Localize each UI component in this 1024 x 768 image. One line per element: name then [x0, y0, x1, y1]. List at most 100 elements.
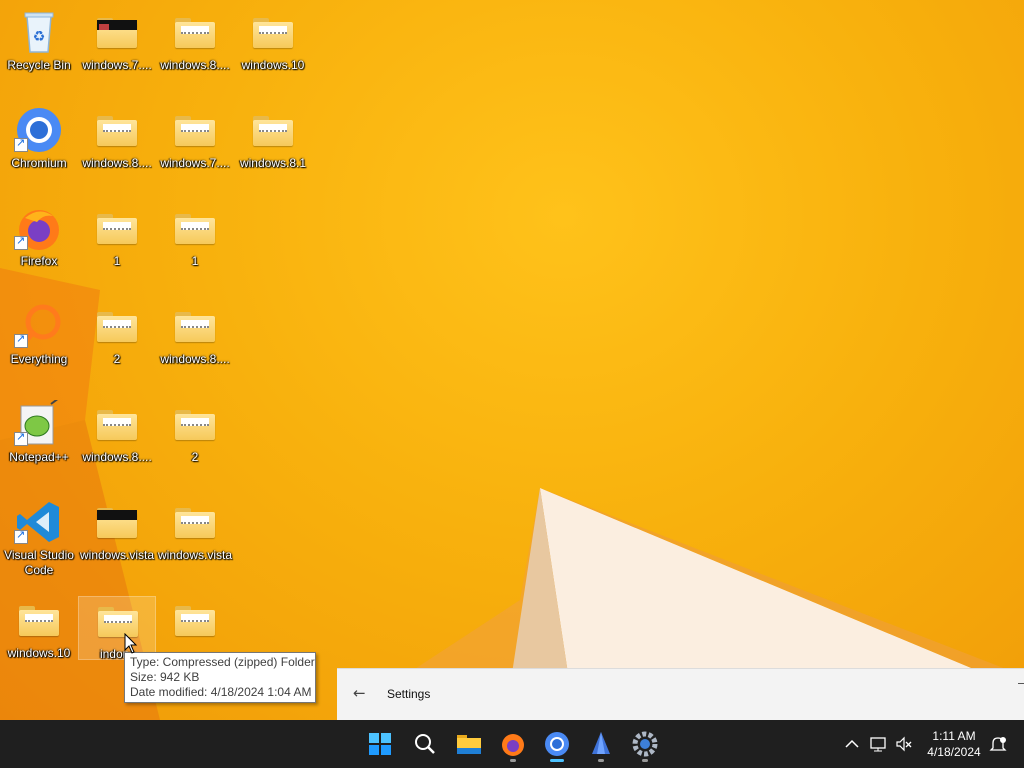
zip-folder-icon [93, 498, 141, 546]
desktop-icon-notepadpp[interactable]: Notepad++ [0, 392, 78, 482]
clock-date: 4/18/2024 [927, 745, 981, 759]
settings-gear-icon [632, 731, 658, 757]
zip-folder-icon [93, 302, 141, 350]
settings-title: Settings [387, 687, 431, 701]
file-explorer-icon [457, 735, 481, 754]
shortcut-arrow-icon [14, 430, 28, 446]
zip-folder-icon [171, 498, 219, 546]
desktop-icon-zip[interactable]: windows.8.... [156, 294, 234, 384]
desktop-icon-zip[interactable]: 1 [156, 196, 234, 286]
desktop-icon-label: windows.vista [157, 548, 233, 562]
desktop-icon-label: windows.8.... [82, 450, 152, 464]
desktop-icon-label: windows.8.... [82, 156, 152, 170]
desktop-icon-label: windows.vista [79, 548, 155, 562]
speaker-muted-icon[interactable] [894, 734, 914, 754]
recycle-bin-icon: ♻ [15, 8, 63, 56]
desktop-icon-label: 2 [113, 352, 121, 366]
desktop-icon-zip[interactable]: windows.8.... [156, 0, 234, 90]
shortcut-arrow-icon [14, 332, 28, 348]
desktop-icon-everything[interactable]: Everything [0, 294, 78, 384]
desktop-icon-vscode[interactable]: Visual Studio Code [0, 490, 78, 580]
desktop-icon-label: windows.7.... [160, 156, 230, 170]
zip-folder-icon [93, 106, 141, 154]
start-button[interactable] [360, 724, 400, 764]
desktop-icon-label: windows.10 [241, 58, 305, 72]
desktop-icon-zip[interactable]: 2 [156, 392, 234, 482]
clock[interactable]: 1:11 AM 4/18/2024 [922, 728, 986, 760]
zip-folder-icon [171, 400, 219, 448]
svg-text:♻: ♻ [33, 29, 46, 45]
arrow-left-icon[interactable]: ← [353, 685, 369, 701]
start-icon [369, 733, 391, 755]
settings-taskbar-button[interactable] [625, 724, 665, 764]
file-tooltip: Type: Compressed (zipped) Folder Size: 9… [124, 652, 316, 703]
file-explorer-button[interactable] [449, 724, 489, 764]
search-button[interactable] [405, 724, 445, 764]
chromium-icon [545, 732, 569, 756]
desktop-icon-label: Chromium [11, 156, 67, 170]
desktop-icon-label: windows.8.... [160, 58, 230, 72]
notification-icon[interactable] [988, 734, 1008, 754]
zip-folder-icon [93, 204, 141, 252]
shortcut-arrow-icon [14, 234, 28, 250]
app-taskbar-button[interactable] [581, 724, 621, 764]
chevron-up-icon[interactable] [842, 734, 862, 754]
desktop-icon-label: windows.8.... [160, 352, 230, 366]
settings-window[interactable]: ← Settings [337, 668, 1024, 721]
running-indicator [510, 759, 516, 762]
zip-folder-icon [171, 302, 219, 350]
desktop-icon-zip[interactable]: windows.7.... [78, 0, 156, 90]
zip-folder-icon [249, 106, 297, 154]
desktop-icon-label: Notepad++ [9, 450, 69, 464]
desktop-icon-label: 1 [191, 254, 199, 268]
desktop-icon-label: Visual Studio Code [4, 548, 74, 577]
desktop-icon-zip[interactable] [156, 588, 234, 652]
clock-time: 1:11 AM [932, 729, 976, 743]
zip-folder-icon [93, 8, 141, 56]
zip-folder-icon [171, 8, 219, 56]
zip-folder-icon [171, 204, 219, 252]
desktop-icon-zip[interactable]: windows.8.... [78, 98, 156, 188]
desktop-icon-zip[interactable]: windows.10 [234, 0, 312, 90]
desktop-icon-chromium[interactable]: Chromium [0, 98, 78, 188]
desktop-icon-label: Recycle Bin [7, 58, 71, 72]
minimize-icon[interactable] [1018, 683, 1024, 684]
desktop-icon-zip-hovered[interactable]: indone [78, 596, 156, 661]
desktop-icon-label: windows.10 [7, 646, 71, 660]
zip-folder-icon [171, 106, 219, 154]
desktop-icon-label: Firefox [20, 254, 58, 268]
desktop-icon-label: Everything [10, 352, 68, 366]
firefox-icon [502, 734, 524, 756]
chromium-taskbar-button[interactable] [537, 724, 577, 764]
tooltip-type: Type: Compressed (zipped) Folder [130, 655, 315, 669]
zip-folder-icon [171, 596, 219, 644]
shortcut-arrow-icon [14, 136, 28, 152]
desktop-icon-zip[interactable]: 2 [78, 294, 156, 384]
shortcut-arrow-icon [14, 528, 28, 544]
desktop-icon-zip[interactable]: windows.8.... [78, 392, 156, 482]
desktop-icon-zip[interactable]: windows.vista [78, 490, 156, 580]
active-indicator [550, 759, 564, 762]
firefox-taskbar-button[interactable] [493, 724, 533, 764]
desktop-icon-zip[interactable]: windows.7.... [156, 98, 234, 188]
desktop-icon-recycle-bin[interactable]: ♻ Recycle Bin [0, 0, 78, 90]
network-icon[interactable] [868, 734, 888, 754]
tooltip-size: Size: 942 KB [130, 670, 200, 684]
taskbar: 1:11 AM 4/18/2024 [0, 720, 1024, 768]
desktop-icon-zip[interactable]: windows.vista [156, 490, 234, 580]
zip-folder-icon [93, 400, 141, 448]
desktop-icon-label: 2 [191, 450, 199, 464]
desktop-icon-zip[interactable]: windows.10 [0, 588, 78, 678]
search-icon [415, 734, 435, 754]
tooltip-date-modified: Date modified: 4/18/2024 1:04 AM [130, 685, 312, 699]
app-icon [592, 732, 610, 754]
desktop-icon-label: 1 [113, 254, 121, 268]
desktop-icon-zip[interactable]: windows.8.1 [234, 98, 312, 188]
desktop-icon-firefox[interactable]: Firefox [0, 196, 78, 286]
mouse-cursor-icon [124, 633, 138, 654]
zip-folder-icon [15, 596, 63, 644]
zip-folder-icon [249, 8, 297, 56]
desktop-icon-label: windows.8.1 [239, 156, 307, 170]
running-indicator [598, 759, 604, 762]
desktop-icon-zip[interactable]: 1 [78, 196, 156, 286]
